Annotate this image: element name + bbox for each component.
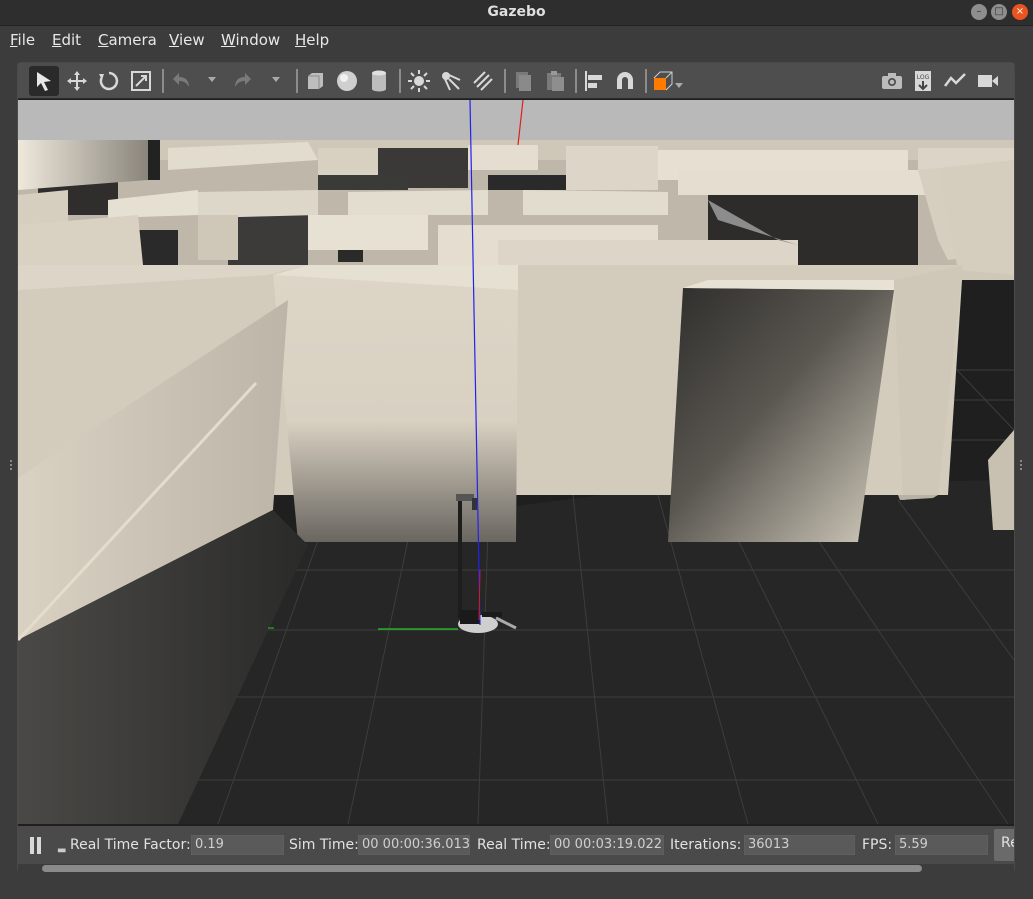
iterations-value: 36013 (744, 835, 855, 855)
screenshot-icon[interactable] (877, 66, 907, 96)
scrollbar-thumb[interactable] (42, 865, 922, 872)
rotate-mode-icon[interactable] (94, 66, 124, 96)
left-panel-grip-icon[interactable] (10, 460, 13, 474)
scene-render (18, 100, 1014, 824)
iterations-label: Iterations: (670, 837, 742, 853)
snap-icon[interactable] (610, 66, 640, 96)
redo-icon[interactable] (228, 66, 258, 96)
real-time-label: Real Time: (477, 837, 551, 853)
translate-mode-icon[interactable] (62, 66, 92, 96)
menu-view[interactable]: View (169, 31, 205, 49)
sim-time-label: Sim Time: (289, 837, 359, 853)
reset-button[interactable]: Reset (994, 829, 1014, 861)
maximize-icon[interactable]: □ (991, 4, 1007, 20)
redo-dropdown-icon[interactable] (272, 77, 280, 82)
menu-edit[interactable]: Edit (52, 31, 81, 49)
toolbar: LOG (18, 63, 1014, 99)
select-mode-icon[interactable] (29, 66, 59, 96)
sphere-shape-icon[interactable] (332, 66, 362, 96)
step-icon[interactable]: ▬ (57, 845, 66, 856)
menu-file[interactable]: File (10, 31, 35, 49)
spot-light-icon[interactable] (436, 66, 466, 96)
cylinder-shape-icon[interactable] (364, 66, 394, 96)
svg-text:LOG: LOG (917, 74, 930, 81)
fps-label: FPS: (862, 837, 893, 853)
point-light-icon[interactable] (404, 66, 434, 96)
directional-light-icon[interactable] (468, 66, 498, 96)
menu-window[interactable]: Window (221, 31, 280, 49)
right-panel-grip-icon[interactable] (1020, 460, 1023, 474)
fps-value: 5.59 (895, 835, 988, 855)
real-time-factor-label: Real Time Factor: (70, 837, 191, 853)
box-shape-icon[interactable] (300, 66, 330, 96)
paste-icon[interactable] (540, 66, 570, 96)
undo-dropdown-icon[interactable] (208, 77, 216, 82)
log-icon[interactable]: LOG (908, 66, 938, 96)
real-time-factor-value: 0.19 (191, 835, 284, 855)
video-record-icon[interactable] (973, 66, 1003, 96)
title-bar: Gazebo – □ × (0, 0, 1033, 26)
sim-time-value: 00 00:00:36.013 (358, 835, 470, 855)
view-angle-icon[interactable] (649, 66, 679, 96)
menu-camera[interactable]: Camera (98, 31, 157, 49)
scale-mode-icon[interactable] (126, 66, 156, 96)
minimize-icon[interactable]: – (971, 4, 987, 20)
horizontal-scrollbar[interactable] (18, 864, 1014, 873)
copy-icon[interactable] (508, 66, 538, 96)
pause-icon[interactable] (28, 837, 42, 854)
window-title: Gazebo (487, 4, 546, 20)
status-bar: ▬ Real Time Factor: 0.19 Sim Time: 00 00… (18, 826, 1014, 864)
close-icon[interactable]: × (1012, 4, 1028, 20)
view-angle-dropdown-icon[interactable] (675, 83, 683, 88)
plot-icon[interactable] (940, 66, 970, 96)
align-icon[interactable] (579, 66, 609, 96)
scene-viewport[interactable] (18, 100, 1014, 824)
undo-icon[interactable] (166, 66, 196, 96)
menu-help[interactable]: Help (295, 31, 329, 49)
real-time-value: 00 00:03:19.022 (550, 835, 664, 855)
menu-bar: File Edit Camera View Window Help (0, 27, 1033, 55)
